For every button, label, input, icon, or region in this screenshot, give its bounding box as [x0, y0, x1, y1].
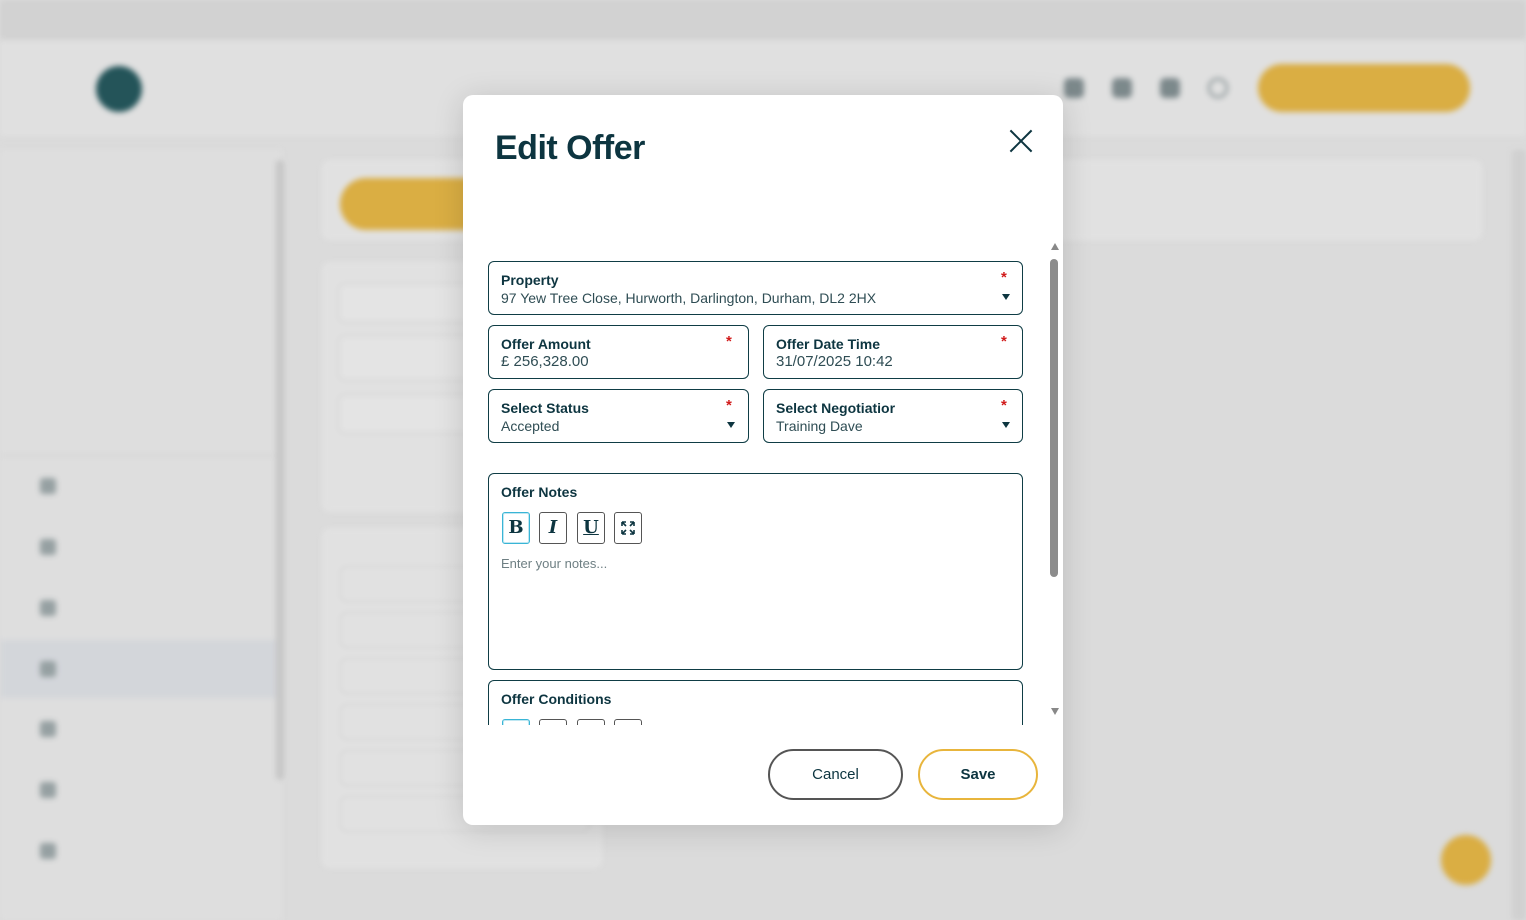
- chevron-down-icon: [727, 422, 735, 428]
- bold-button[interactable]: [502, 719, 530, 725]
- underline-button[interactable]: [577, 719, 605, 725]
- status-select[interactable]: Select Status * Accepted: [488, 389, 749, 443]
- offer-amount-value: £ 256,328.00: [501, 353, 589, 370]
- chevron-down-icon: [1002, 294, 1010, 300]
- italic-button[interactable]: [539, 719, 567, 725]
- modal-subtitle: [495, 175, 975, 193]
- offer-amount-label: Offer Amount: [501, 336, 591, 352]
- scroll-up-icon[interactable]: [1051, 243, 1059, 250]
- required-mark: *: [726, 333, 732, 350]
- property-select[interactable]: Property * 97 Yew Tree Close, Hurworth, …: [488, 261, 1023, 315]
- offer-amount-input[interactable]: Offer Amount * £ 256,328.00: [488, 325, 749, 379]
- offer-date-time-value: 31/07/2025 10:42: [776, 353, 893, 370]
- negotiator-value: Training Dave: [776, 418, 863, 434]
- required-mark: *: [1001, 333, 1007, 350]
- required-mark: *: [1001, 269, 1007, 286]
- cancel-button[interactable]: Cancel: [768, 749, 903, 800]
- offer-conditions-editor[interactable]: Offer Conditions: [488, 680, 1023, 725]
- negotiator-label: Select Negotiatior: [776, 400, 896, 416]
- scroll-down-icon[interactable]: [1051, 708, 1059, 715]
- offer-notes-editor[interactable]: Offer Notes B I U Enter your notes...: [488, 473, 1023, 670]
- modal-title: Edit Offer: [495, 129, 645, 167]
- negotiator-select[interactable]: Select Negotiatior * Training Dave: [763, 389, 1023, 443]
- required-mark: *: [1001, 397, 1007, 414]
- offer-conditions-label: Offer Conditions: [501, 691, 612, 707]
- scroll-thumb[interactable]: [1050, 259, 1058, 577]
- expand-button[interactable]: [614, 512, 642, 544]
- form-scroll-area[interactable]: Property * 97 Yew Tree Close, Hurworth, …: [463, 245, 1063, 725]
- bold-button[interactable]: B: [502, 512, 530, 544]
- property-value: 97 Yew Tree Close, Hurworth, Darlington,…: [501, 290, 877, 306]
- offer-notes-label: Offer Notes: [501, 484, 578, 500]
- status-value: Accepted: [501, 418, 560, 434]
- edit-offer-modal: Edit Offer Property * 97 Yew Tree Close,…: [463, 95, 1063, 825]
- chevron-down-icon: [1002, 422, 1010, 428]
- property-label: Property: [501, 272, 559, 288]
- status-label: Select Status: [501, 400, 589, 416]
- expand-icon: [621, 521, 635, 535]
- underline-button[interactable]: U: [577, 512, 605, 544]
- close-button[interactable]: [1003, 123, 1039, 159]
- offer-date-time-input[interactable]: Offer Date Time * 31/07/2025 10:42: [763, 325, 1023, 379]
- save-button[interactable]: Save: [918, 749, 1038, 800]
- required-mark: *: [726, 397, 732, 414]
- notes-placeholder: Enter your notes...: [501, 556, 608, 571]
- expand-button[interactable]: [614, 719, 642, 725]
- form-scrollbar[interactable]: [1048, 243, 1062, 721]
- italic-button[interactable]: I: [539, 512, 567, 544]
- offer-date-time-label: Offer Date Time: [776, 336, 880, 352]
